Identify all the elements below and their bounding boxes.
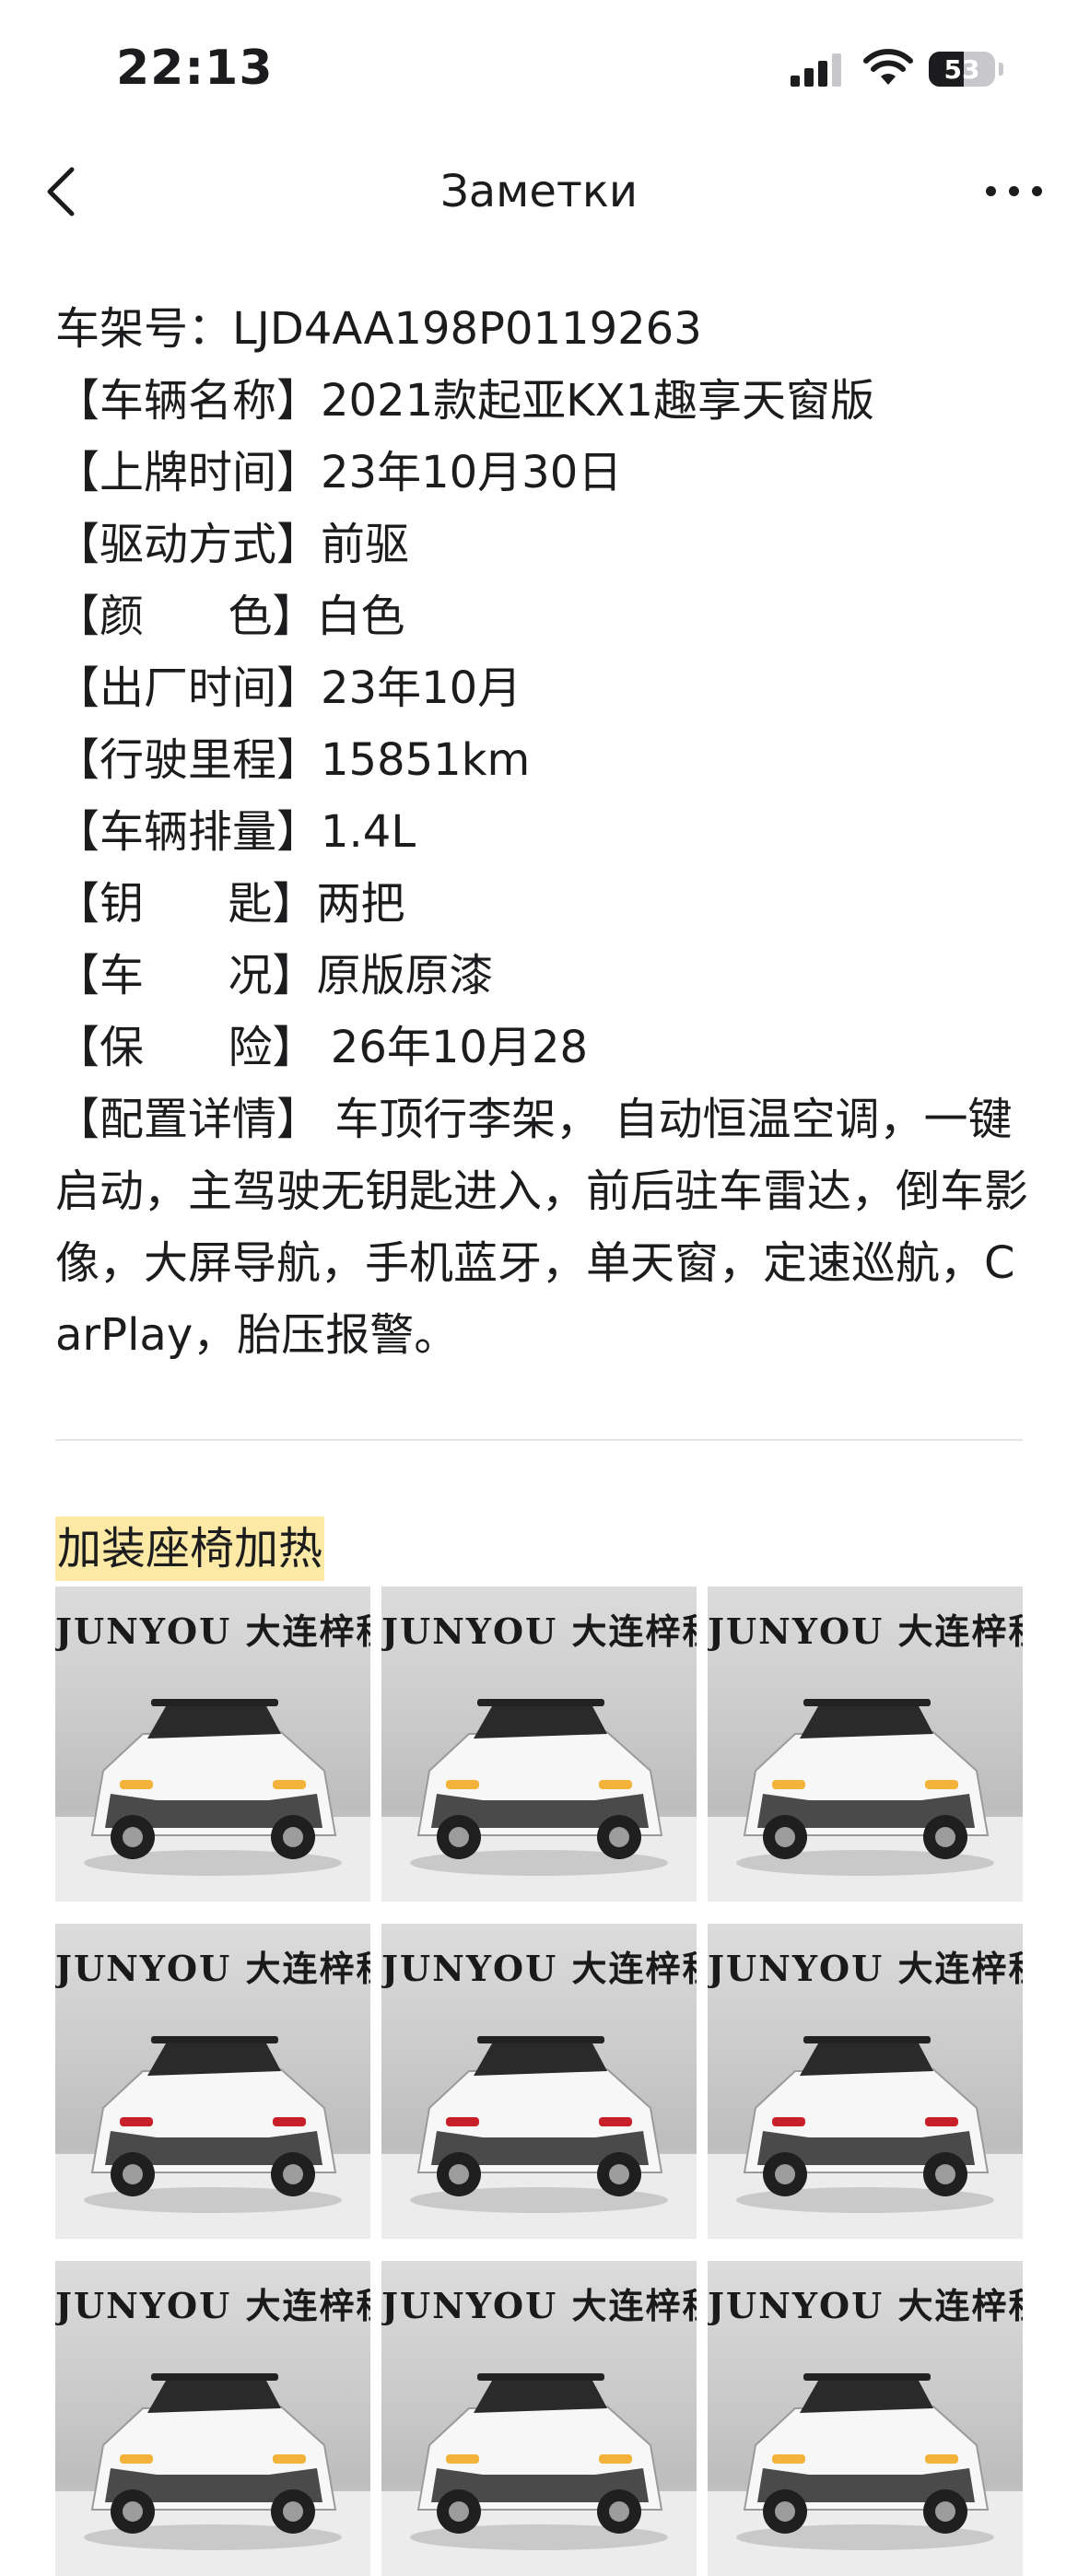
note-line: 【驱动方式】前驱	[55, 519, 410, 570]
note-line: 【车辆排量】1.4L	[55, 806, 416, 858]
photo-brand-logo: JUNYOU 大连梓程	[381, 1610, 697, 1652]
status-time: 22:13	[116, 41, 274, 96]
note-line: 【保 险】 26年10月28	[55, 1022, 589, 1073]
photo-brand-logo: JUNYOU 大连梓程	[708, 1948, 1023, 1989]
photo-thumbnail[interactable]: JUNYOU 大连梓程	[381, 1587, 697, 1902]
note-line: 【行驶里程】15851km	[55, 734, 531, 786]
navigation-bar: Заметки	[0, 138, 1078, 249]
battery-cap	[999, 63, 1003, 76]
photo-brand-logo: JUNYOU 大连梓程	[708, 2285, 1023, 2326]
photo-thumbnail[interactable]: JUNYOU 大连梓程	[381, 1924, 697, 2239]
photo-brand-logo: JUNYOU 大连梓程	[381, 2285, 697, 2326]
cellular-signal-icon	[791, 52, 842, 87]
photo-brand-logo: JUNYOU 大连梓程	[55, 1948, 370, 1989]
more-options-icon[interactable]	[982, 177, 1047, 205]
note-line: 【颜 色】白色	[55, 591, 405, 642]
note-line: 【上牌时间】23年10月30日	[55, 447, 623, 498]
wifi-icon	[863, 49, 913, 85]
battery-icon: 53	[929, 52, 995, 87]
note-line: 车架号：LJD4AA198P0119263	[55, 303, 702, 355]
photo-thumbnail[interactable]: JUNYOU 大连梓程	[55, 1924, 370, 2239]
photo-brand-logo: JUNYOU 大连梓程	[55, 1610, 370, 1652]
photo-thumbnail[interactable]: JUNYOU 大连梓程	[708, 1587, 1023, 1902]
photo-brand-logo: JUNYOU 大连梓程	[708, 1610, 1023, 1652]
note-line: 【车辆名称】2021款起亚KX1趣享天窗版	[55, 375, 875, 427]
photo-thumbnail[interactable]: JUNYOU 大连梓程	[55, 1587, 370, 1902]
note-line: 【出厂时间】23年10月	[55, 662, 522, 714]
photo-brand-logo: JUNYOU 大连梓程	[381, 1948, 697, 1989]
battery-percent: 53	[943, 53, 980, 85]
divider	[55, 1439, 1023, 1441]
note-line: 【车 况】原版原漆	[55, 950, 494, 1001]
note-body[interactable]: 车架号：LJD4AA198P0119263 【车辆名称】2021款起亚KX1趣享…	[55, 293, 1032, 1371]
note-line: 【钥 匙】两把	[55, 878, 405, 930]
status-bar: 22:13 53	[0, 0, 1078, 138]
config-details: 【配置详情】 车顶行李架， 自动恒温空调，一键启动，主驾驶无钥匙进入，前后驻车雷…	[55, 1094, 1029, 1361]
photo-brand-logo: JUNYOU 大连梓程	[55, 2285, 370, 2326]
photo-thumbnail[interactable]: JUNYOU 大连梓程	[381, 2261, 697, 2576]
photo-thumbnail[interactable]: JUNYOU 大连梓程	[55, 2261, 370, 2576]
photo-thumbnail[interactable]: JUNYOU 大连梓程	[708, 1924, 1023, 2239]
highlighted-text: 加装座椅加热	[55, 1516, 325, 1581]
photo-thumbnail[interactable]: JUNYOU 大连梓程	[708, 2261, 1023, 2576]
page-title: Заметки	[439, 166, 639, 217]
